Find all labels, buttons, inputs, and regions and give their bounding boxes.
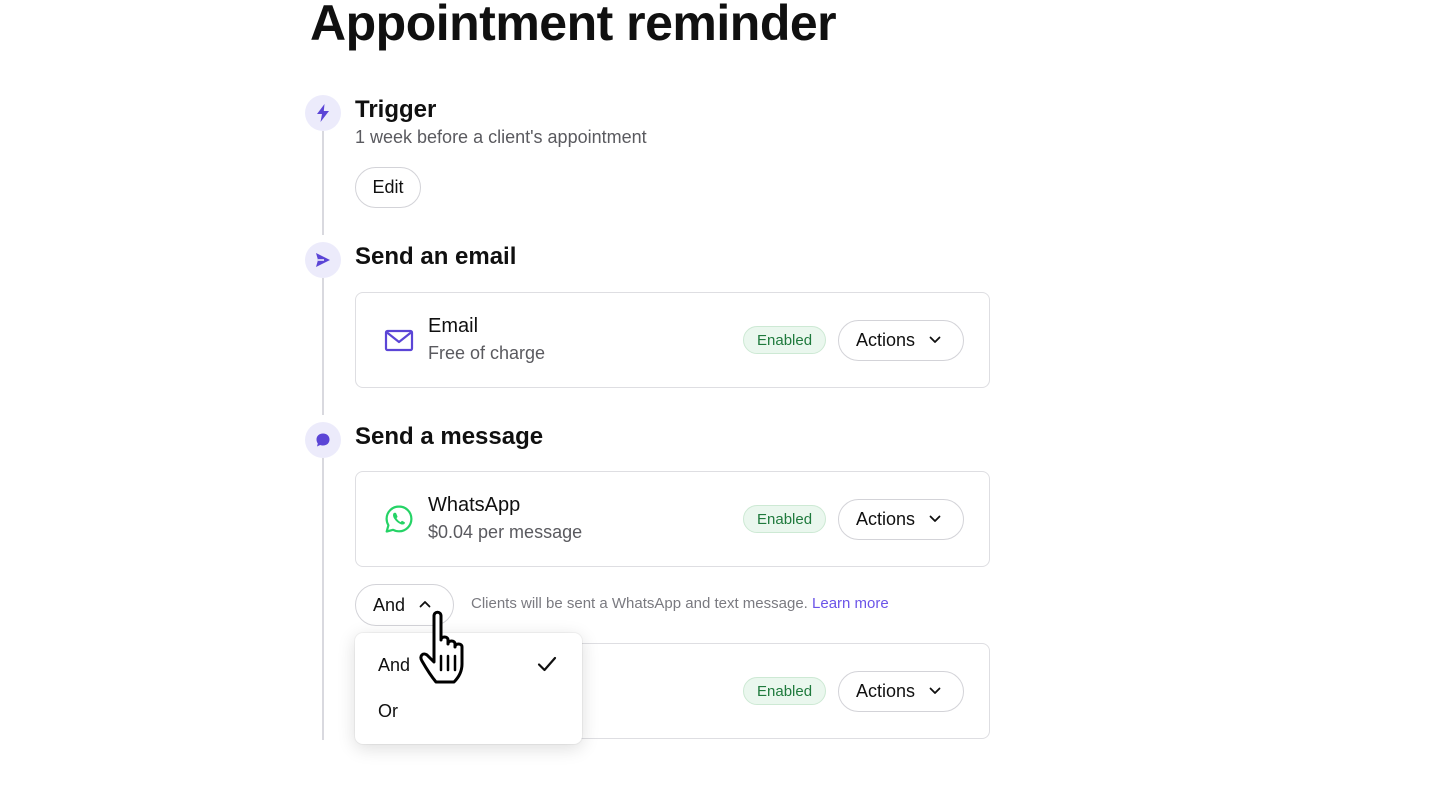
actions-label: Actions xyxy=(856,330,916,350)
combinator-hint-text: Clients will be sent a WhatsApp and text… xyxy=(471,595,808,612)
email-channel-card: Email Free of charge Enabled Actions xyxy=(355,292,990,388)
lightning-icon xyxy=(305,95,341,131)
actions-label: Actions xyxy=(856,509,916,529)
timeline-connector xyxy=(322,458,324,740)
actions-label: Actions xyxy=(856,681,916,701)
status-badge: Enabled xyxy=(743,326,827,354)
page-title: Appointment reminder xyxy=(310,0,837,51)
whatsapp-channel-name: WhatsApp xyxy=(428,494,521,516)
combinator-selected-value: And xyxy=(373,594,406,615)
status-badge: Enabled xyxy=(743,505,827,533)
whatsapp-channel-card: WhatsApp $0.04 per message Enabled Actio… xyxy=(355,471,990,567)
trigger-title: Trigger xyxy=(355,96,437,123)
combinator-hint: Clients will be sent a WhatsApp and text… xyxy=(471,595,889,612)
message-step-title: Send a message xyxy=(355,423,544,450)
email-channel-price: Free of charge xyxy=(428,343,546,363)
envelope-icon xyxy=(384,325,414,355)
chevron-down-icon xyxy=(929,336,941,343)
email-channel-name: Email xyxy=(428,315,479,337)
learn-more-link[interactable]: Learn more xyxy=(812,595,889,612)
whatsapp-actions-button[interactable]: Actions xyxy=(838,499,964,540)
email-step-title: Send an email xyxy=(355,243,517,270)
chat-bubble-icon xyxy=(305,422,341,458)
trigger-description: 1 week before a client's appointment xyxy=(355,127,647,147)
edit-trigger-button[interactable]: Edit xyxy=(355,167,421,208)
email-actions-button[interactable]: Actions xyxy=(838,320,964,361)
hand-pointer-cursor-icon xyxy=(419,610,464,684)
sms-actions-button[interactable]: Actions xyxy=(838,671,964,712)
timeline-connector xyxy=(322,131,324,235)
dropdown-option-or[interactable]: Or xyxy=(355,689,582,733)
dropdown-option-label: And xyxy=(378,654,411,675)
status-badge: Enabled xyxy=(743,677,827,705)
whatsapp-icon xyxy=(384,504,414,534)
checkmark-icon xyxy=(537,656,557,672)
dropdown-option-label: Or xyxy=(378,700,398,721)
chevron-down-icon xyxy=(929,515,941,522)
send-icon xyxy=(305,242,341,278)
whatsapp-channel-price: $0.04 per message xyxy=(428,522,583,542)
chevron-down-icon xyxy=(929,687,941,694)
timeline-connector xyxy=(322,278,324,415)
